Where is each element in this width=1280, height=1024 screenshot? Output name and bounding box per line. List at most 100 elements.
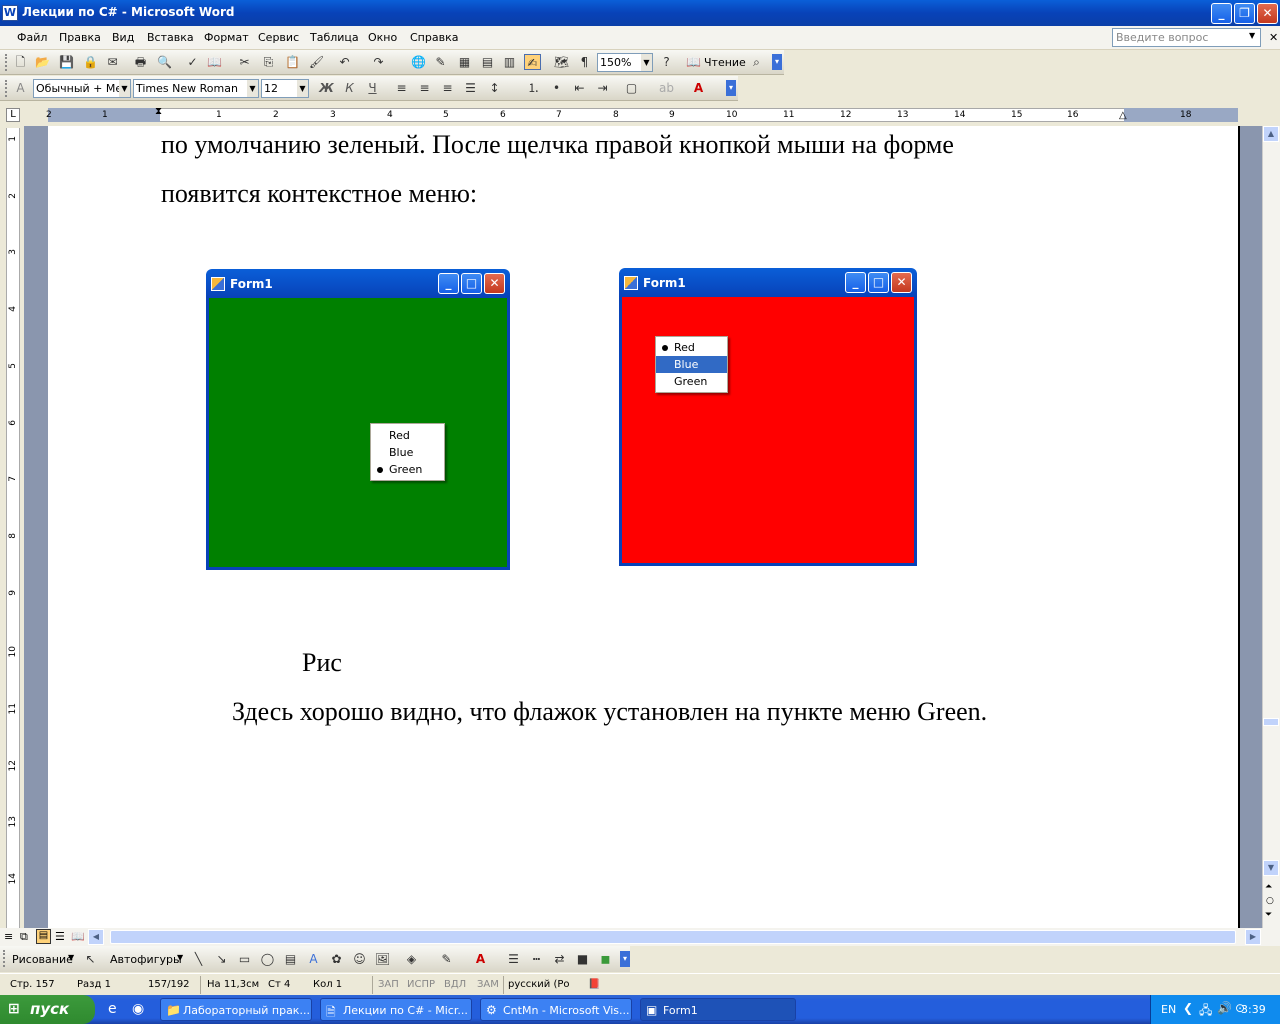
3d-icon[interactable]: ◼	[597, 951, 614, 967]
right-indent-marker-icon[interactable]: △	[1119, 110, 1127, 121]
borders-icon[interactable]: ▢	[623, 80, 640, 96]
spelling-status-icon[interactable]: 📕	[588, 979, 600, 990]
open-icon[interactable]: 📂	[34, 54, 51, 70]
reading-view-icon[interactable]: 📖	[71, 930, 85, 943]
fill-color-icon[interactable]: ◈	[403, 951, 420, 967]
help-icon[interactable]: ?	[658, 54, 675, 70]
wordart-icon[interactable]: A	[305, 951, 322, 967]
task-visual-studio[interactable]: ⚙ CntMn - Microsoft Vis...	[480, 998, 632, 1021]
format-painter-icon[interactable]: 🖌	[308, 54, 325, 70]
undo-icon[interactable]: ↶	[336, 54, 353, 70]
line-icon[interactable]: ╲	[190, 951, 207, 967]
align-center-icon[interactable]: ≡	[416, 80, 433, 96]
bold-icon[interactable]: Ж	[318, 80, 335, 96]
tab-selector-icon[interactable]: L	[6, 108, 20, 122]
font-color-icon[interactable]: A	[690, 80, 707, 96]
scroll-right-icon[interactable]: ▶	[1245, 929, 1261, 945]
autoshapes-button[interactable]: Автофигуры	[110, 953, 182, 966]
research-icon[interactable]: 📖	[206, 54, 223, 70]
align-right-icon[interactable]: ≡	[439, 80, 456, 96]
close-document-icon[interactable]: ✕	[1269, 31, 1278, 44]
diagram-icon[interactable]: ✿	[328, 951, 345, 967]
line-spacing-icon[interactable]: ↕	[486, 80, 503, 96]
dash-style-icon[interactable]: ┅	[528, 951, 545, 967]
underline-icon[interactable]: Ч	[364, 80, 381, 96]
status-trk[interactable]: ИСПР	[407, 979, 435, 990]
font-color-icon[interactable]: A	[472, 951, 489, 967]
new-doc-icon[interactable]: 🗋	[12, 54, 29, 70]
outline-view-icon[interactable]: ☰	[55, 930, 65, 943]
toolbar-grip[interactable]	[5, 54, 8, 71]
status-rec[interactable]: ЗАП	[378, 979, 399, 990]
increase-indent-icon[interactable]: ⇥	[594, 80, 611, 96]
maximize-button[interactable]: ❐	[1234, 3, 1255, 24]
zoom-select[interactable]: 150% ▼	[597, 53, 653, 72]
menu-help[interactable]: Справка	[410, 31, 458, 44]
menu-window[interactable]: Окно	[368, 31, 397, 44]
toolbar-options-icon[interactable]: ▾	[772, 54, 782, 70]
redo-icon[interactable]: ↷	[370, 54, 387, 70]
print-preview-icon[interactable]: 🔍	[156, 54, 173, 70]
menu-tools[interactable]: Сервис	[258, 31, 299, 44]
rectangle-icon[interactable]: ▭	[236, 951, 253, 967]
select-objects-icon[interactable]: ↖	[82, 951, 99, 967]
toolbar-options-icon[interactable]: ▾	[726, 80, 736, 96]
scroll-left-icon[interactable]: ◀	[88, 929, 104, 945]
network-icon[interactable]: 🖧	[1199, 1001, 1212, 1022]
justify-icon[interactable]: ☰	[462, 80, 479, 96]
arrow-icon[interactable]: ↘	[213, 951, 230, 967]
arrow-style-icon[interactable]: ⇄	[551, 951, 568, 967]
decrease-indent-icon[interactable]: ⇤	[571, 80, 588, 96]
minimize-button[interactable]: _	[1211, 3, 1232, 24]
show-hide-icon[interactable]: ¶	[576, 54, 593, 70]
read-icon[interactable]: 📖	[686, 54, 701, 70]
read-button[interactable]: Чтение	[704, 56, 746, 69]
drawing-icon[interactable]: ✍	[524, 54, 541, 70]
close-button[interactable]: ✕	[1257, 3, 1278, 24]
next-page-icon[interactable]: ⏷	[1265, 910, 1272, 920]
menu-table[interactable]: Таблица	[310, 31, 359, 44]
help-search-input[interactable]: Введите вопрос	[1112, 28, 1261, 47]
vertical-scrollbar[interactable]: ▲ ▼ ⏶ ○ ⏷	[1262, 126, 1280, 928]
toolbar-options-icon[interactable]: ▾	[620, 951, 630, 967]
save-icon[interactable]: 💾	[58, 54, 75, 70]
menu-view[interactable]: Вид	[112, 31, 134, 44]
textbox-icon[interactable]: ▤	[282, 951, 299, 967]
menu-format[interactable]: Формат	[204, 31, 249, 44]
scroll-thumb[interactable]	[1263, 718, 1279, 726]
insert-table-icon[interactable]: ▦	[456, 54, 473, 70]
status-ovr[interactable]: ЗАМ	[477, 979, 499, 990]
font-select[interactable]: Times New Roman ▼	[133, 79, 259, 98]
print-icon[interactable]: 🖶	[132, 54, 149, 70]
web-view-icon[interactable]: ⧉	[20, 930, 28, 944]
line-style-icon[interactable]: ☰	[505, 951, 522, 967]
volume-icon[interactable]: 🔊	[1217, 1001, 1232, 1015]
indent-marker-icon[interactable]: ⧗	[155, 106, 162, 117]
print-layout-view-icon[interactable]: ▤	[36, 929, 51, 944]
normal-view-icon[interactable]: ≡	[4, 930, 13, 943]
draw-menu-button[interactable]: Рисование	[12, 953, 73, 966]
prev-page-icon[interactable]: ⏶	[1265, 882, 1272, 892]
shadow-icon[interactable]: ■	[574, 951, 591, 967]
horizontal-scroll-thumb[interactable]	[110, 930, 1236, 944]
menu-edit[interactable]: Правка	[59, 31, 101, 44]
insert-excel-icon[interactable]: ▤	[479, 54, 496, 70]
highlight-icon[interactable]: ab	[658, 80, 675, 96]
word-app-icon[interactable]: W	[2, 5, 18, 21]
scroll-up-icon[interactable]: ▲	[1263, 126, 1279, 142]
status-ext[interactable]: ВДЛ	[444, 979, 466, 990]
columns-icon[interactable]: ▥	[501, 54, 518, 70]
picture-icon[interactable]: 🖼	[374, 951, 391, 967]
copy-icon[interactable]: ⎘	[260, 54, 277, 70]
style-select[interactable]: Обычный + Меж ▼	[33, 79, 131, 98]
start-button[interactable]: ⊞ пуск	[0, 995, 95, 1024]
clipart-icon[interactable]: ☺	[351, 951, 368, 967]
scroll-down-icon[interactable]: ▼	[1263, 860, 1279, 876]
email-icon[interactable]: ✉	[104, 54, 121, 70]
styles-icon[interactable]: A	[12, 80, 29, 96]
browse-object-icon[interactable]: ○	[1266, 896, 1274, 906]
task-word-lectures[interactable]: 🗎 Лекции по C# - Micr...	[320, 998, 472, 1021]
ie-icon[interactable]: e	[108, 1001, 117, 1017]
italic-icon[interactable]: К	[341, 80, 358, 96]
bullets-icon[interactable]: •	[548, 80, 565, 96]
